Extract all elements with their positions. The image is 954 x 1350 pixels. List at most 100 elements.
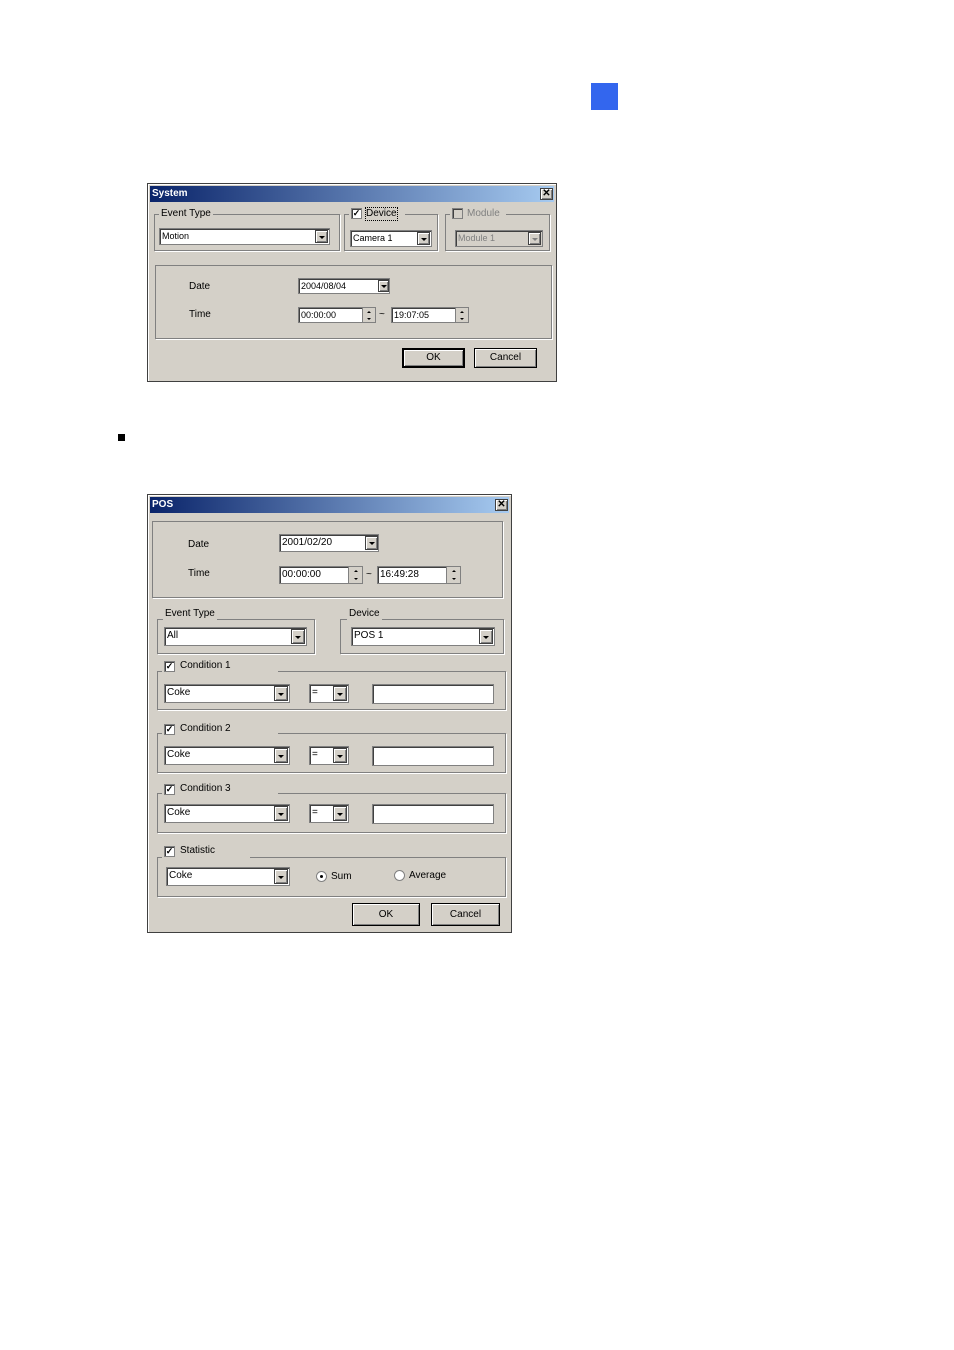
module-label: Module — [467, 208, 500, 219]
dropdown-arrow-icon[interactable] — [528, 232, 541, 245]
spin-down-icon[interactable] — [447, 575, 460, 583]
close-icon[interactable]: ✕ — [495, 499, 508, 511]
module-value: Module 1 — [458, 233, 496, 243]
condition-item-value-3: Coke — [167, 807, 191, 818]
statistic-option-average[interactable]: Average — [409, 870, 446, 882]
condition-header-1: ✓ Condition 1 — [162, 660, 278, 673]
pos-event-type-label: Event Type — [163, 608, 217, 620]
statistic-average-radio[interactable] — [394, 870, 405, 881]
pos-device-value: POS 1 — [354, 630, 384, 641]
spin-down-icon[interactable] — [456, 315, 468, 322]
close-icon[interactable]: ✕ — [540, 188, 553, 200]
condition-item-select-2[interactable]: Coke — [164, 746, 290, 765]
statistic-header: ✓ Statistic — [162, 845, 250, 858]
system-title: System — [152, 188, 188, 199]
condition-item-value-1: Coke — [167, 687, 191, 698]
page-marker — [591, 83, 618, 110]
pos-time-to-value: 16:49:28 — [380, 569, 419, 580]
condition-checkbox-3[interactable]: ✓ — [164, 784, 175, 795]
date-value: 2004/08/04 — [301, 281, 347, 291]
statistic-option-sum[interactable]: Sum — [331, 871, 352, 883]
pos-time-separator: ~ — [366, 569, 372, 580]
pos-ok-button[interactable]: OK — [352, 903, 420, 926]
pos-event-type-select[interactable]: All — [164, 627, 307, 646]
statistic-item-select[interactable]: Coke — [166, 867, 290, 886]
dropdown-arrow-icon[interactable] — [274, 869, 288, 884]
pos-date-label: Date — [188, 539, 210, 550]
time-from-spinner[interactable] — [362, 308, 375, 322]
list-bullet — [118, 434, 125, 441]
radio-dot-icon[interactable] — [316, 871, 327, 882]
dropdown-arrow-icon[interactable] — [333, 806, 347, 821]
device-checkbox[interactable]: ✓ — [351, 208, 362, 219]
system-dialog: System ✕ Event Type Motion ✓ Device Came… — [147, 183, 557, 382]
condition-checkbox-1[interactable]: ✓ — [164, 661, 175, 672]
pos-datetime-group — [152, 521, 503, 598]
time-label: Time — [189, 309, 211, 320]
pos-device-select[interactable]: POS 1 — [351, 627, 495, 646]
statistic-item-value: Coke — [169, 870, 193, 881]
pos-date-picker[interactable]: 2001/02/20 — [279, 534, 379, 552]
condition-operator-value-3: = — [312, 807, 318, 818]
dropdown-arrow-icon[interactable] — [274, 806, 288, 821]
condition-checkbox-2[interactable]: ✓ — [164, 724, 175, 735]
ok-button[interactable]: OK — [402, 348, 465, 368]
condition-operator-value-1: = — [312, 687, 318, 698]
pos-title: POS — [152, 499, 174, 510]
condition-header-2: ✓ Condition 2 — [162, 723, 278, 736]
dropdown-arrow-icon[interactable] — [417, 232, 430, 245]
condition-value-input-2[interactable] — [372, 746, 494, 766]
spin-up-icon[interactable] — [456, 308, 468, 315]
dropdown-arrow-icon[interactable] — [479, 629, 493, 644]
pos-time-to-spinner[interactable] — [446, 567, 460, 583]
dropdown-arrow-icon[interactable] — [378, 280, 389, 292]
pos-event-type-value: All — [167, 630, 179, 641]
dropdown-arrow-icon[interactable] — [274, 686, 288, 701]
cancel-button[interactable]: Cancel — [474, 348, 537, 368]
condition-operator-value-2: = — [312, 749, 318, 760]
condition-label-2: Condition 2 — [180, 723, 231, 734]
time-to-value: 19:07:05 — [394, 310, 430, 320]
module-checkbox[interactable] — [452, 208, 463, 219]
condition-label-1: Condition 1 — [180, 660, 231, 671]
dropdown-arrow-icon[interactable] — [333, 686, 347, 701]
spin-up-icon[interactable] — [447, 567, 460, 575]
time-separator: ~ — [379, 309, 385, 320]
spin-down-icon[interactable] — [349, 575, 362, 583]
datetime-group — [155, 265, 552, 339]
pos-dialog: POS ✕ Date 2001/02/20 Time 00:00:00 ~ 16… — [147, 494, 512, 933]
device-label: Device — [365, 207, 398, 221]
condition-item-select-3[interactable]: Coke — [164, 804, 290, 823]
pos-device-label: Device — [347, 608, 382, 620]
system-titlebar: System — [150, 186, 554, 202]
condition-item-select-1[interactable]: Coke — [164, 684, 290, 703]
module-check-wrap: Module — [450, 208, 506, 220]
spin-up-icon[interactable] — [349, 567, 362, 575]
event-type-select[interactable]: Motion — [159, 228, 330, 245]
date-label: Date — [189, 281, 211, 292]
dropdown-arrow-icon[interactable] — [333, 748, 347, 763]
time-from-value: 00:00:00 — [301, 310, 337, 320]
pos-time-from-spinner[interactable] — [348, 567, 362, 583]
time-to-spinner[interactable] — [455, 308, 468, 322]
spin-up-icon[interactable] — [363, 308, 375, 315]
condition-item-value-2: Coke — [167, 749, 191, 760]
pos-cancel-button[interactable]: Cancel — [431, 903, 500, 926]
device-value: Camera 1 — [353, 233, 393, 243]
dropdown-arrow-icon[interactable] — [291, 629, 305, 644]
date-picker[interactable]: 2004/08/04 — [298, 278, 390, 294]
dropdown-arrow-icon[interactable] — [315, 230, 328, 243]
dropdown-arrow-icon[interactable] — [365, 536, 378, 550]
spin-down-icon[interactable] — [363, 315, 375, 322]
pos-time-from-value: 00:00:00 — [282, 569, 321, 580]
event-type-label: Event Type — [159, 208, 213, 220]
condition-value-input-3[interactable] — [372, 804, 494, 824]
statistic-checkbox[interactable]: ✓ — [164, 846, 175, 857]
device-check-wrap: ✓ Device — [349, 207, 405, 221]
condition-label-3: Condition 3 — [180, 783, 231, 794]
condition-value-input-1[interactable] — [372, 684, 494, 704]
dropdown-arrow-icon[interactable] — [274, 748, 288, 763]
event-type-value: Motion — [162, 231, 190, 241]
pos-time-label: Time — [188, 568, 210, 579]
statistic-label: Statistic — [180, 845, 216, 856]
